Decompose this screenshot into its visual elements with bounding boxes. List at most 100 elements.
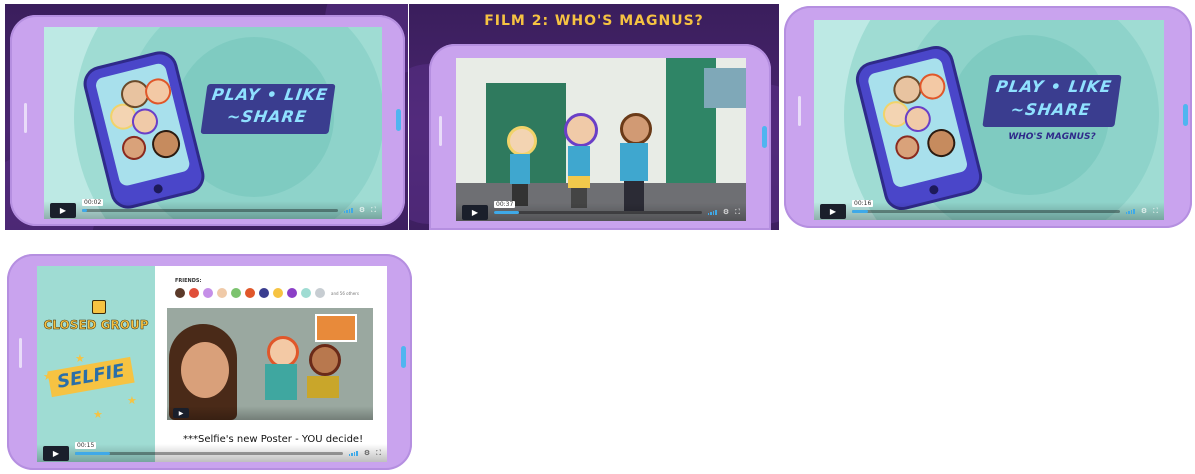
selfie-badge: SELFIE [47,356,135,398]
friend-avatar[interactable] [203,288,213,298]
character-face [119,133,149,163]
character-face [924,126,959,161]
video-screen[interactable]: ▶ 00:37 ⚙ ⛶ [456,58,746,221]
fullscreen-icon[interactable]: ⛶ [371,206,376,215]
video-controls: ▶ 00:02 ⚙ ⛶ [44,198,382,219]
logo-word-share: SHARE [1023,100,1093,119]
friend-avatar[interactable] [175,288,185,298]
time-label: 00:02 [82,198,104,206]
tablet-side-button [798,96,801,126]
panel-2: FILM 2: WHO'S MAGNUS? ▶ 00:37 ⚙ ⛶ [409,4,779,230]
tablet-side-button [762,126,767,148]
video-screen[interactable]: PLAY • LIKE ~SHARE WHO'S MAGNUS? ▶ 00:16… [814,20,1164,220]
progress-fill [852,209,869,213]
volume-icon[interactable] [707,209,717,215]
friend-avatar[interactable] [245,288,255,298]
fullscreen-icon[interactable]: ⛶ [376,449,381,458]
phone-home-button [928,184,940,196]
play-button[interactable]: ▶ [462,204,488,220]
logo-word-share: SHARE [240,107,309,126]
character-boy2 [309,344,341,376]
poster-video-controls: ▶ [167,406,373,420]
friend-avatar[interactable] [273,288,283,298]
gear-icon[interactable]: ⚙ [359,206,365,214]
friend-avatar[interactable] [189,288,199,298]
star-icon: ★ [75,352,85,365]
fish-tank [704,68,746,108]
fullscreen-icon[interactable]: ⛶ [1153,207,1158,216]
video-screen[interactable]: CLOSED GROUP SELFIE ★ ★ ★ ★ FRIENDS: and… [37,266,387,462]
play-icon: ▶ [178,409,184,417]
gear-icon[interactable]: ⚙ [1141,207,1147,215]
character-girl-face [181,342,229,398]
phone-screen [866,56,969,189]
time-label: 00:16 [852,199,874,207]
gear-icon[interactable]: ⚙ [723,208,729,216]
poster-image[interactable]: ▶ [167,308,373,420]
tablet-side-button [24,103,27,133]
friend-avatar[interactable] [315,288,325,298]
character-face [892,132,922,162]
phone-screen [94,62,192,188]
friend-avatar[interactable] [259,288,269,298]
tablet-frame: ▶ 00:37 ⚙ ⛶ [429,44,771,230]
progress-bar[interactable]: 00:37 [494,200,702,214]
play-button[interactable]: ▶ [820,203,846,219]
tablet-side-button [401,346,406,368]
character-redhead-body [265,364,297,400]
tablet-side-button [396,109,401,131]
logo-word-play: PLAY [994,77,1046,96]
tablet-frame: PLAY • LIKE ~SHARE WHO'S MAGNUS? ▶ 00:16… [784,6,1192,228]
play-icon: ▶ [471,207,479,217]
character-face [149,127,184,162]
film-title: FILM 2: WHO'S MAGNUS? [484,13,704,29]
character-boy [616,113,652,211]
play-icon: ▶ [59,205,67,215]
friends-more-label: and 56 others [331,291,359,296]
character-face [916,70,949,103]
volume-icon[interactable] [348,450,358,456]
tablet-frame: CLOSED GROUP SELFIE ★ ★ ★ ★ FRIENDS: and… [7,254,412,470]
play-button[interactable]: ▶ [43,445,69,461]
progress-bar[interactable]: 00:02 [82,198,338,212]
video-controls: ▶ 00:16 ⚙ ⛶ [814,199,1164,220]
play-icon: ▶ [829,206,837,216]
time-label: 00:15 [75,441,97,449]
progress-bar[interactable]: 00:16 [852,199,1120,213]
play-like-share-logo: PLAY • LIKE ~SHARE [982,75,1122,127]
progress-bar[interactable]: 00:15 [75,441,343,455]
friends-label: FRIENDS: [175,278,202,284]
panel-3: PLAY • LIKE ~SHARE WHO'S MAGNUS? ▶ 00:16… [782,4,1195,230]
friend-avatar[interactable] [217,288,227,298]
character-blonde [504,126,537,206]
friend-avatar[interactable] [287,288,297,298]
fullscreen-icon[interactable]: ⛶ [735,208,740,217]
progress-fill [494,210,519,214]
episode-subtitle: WHO'S MAGNUS? [1008,132,1096,142]
friend-avatar[interactable] [301,288,311,298]
closed-group-label: CLOSED GROUP [43,318,149,333]
logo-word-like: LIKE [283,85,330,104]
friend-avatar[interactable] [231,288,241,298]
poster-play-button[interactable]: ▶ [173,408,189,418]
tablet-side-button [1183,104,1188,126]
phone-home-button [152,183,164,195]
lock-icon [92,300,106,314]
time-label: 00:37 [494,200,516,208]
tablet-side-button [439,116,442,146]
panel-4: CLOSED GROUP SELFIE ★ ★ ★ ★ FRIENDS: and… [5,252,415,474]
video-screen[interactable]: PLAY • LIKE ~SHARE ▶ 00:02 ⚙ ⛶ [44,27,382,219]
play-like-share-logo: PLAY • LIKE ~SHARE [200,84,336,134]
play-button[interactable]: ▶ [50,202,76,218]
logo-word-like: LIKE [1067,77,1114,96]
volume-icon[interactable] [343,207,353,213]
progress-fill [75,451,110,455]
group-panel: CLOSED GROUP SELFIE ★ ★ ★ ★ [37,266,155,462]
volume-icon[interactable] [1125,208,1135,214]
gear-icon[interactable]: ⚙ [364,449,370,457]
laptop [307,376,339,398]
star-icon: ★ [127,394,137,407]
tablet-frame: PLAY • LIKE ~SHARE ▶ 00:02 ⚙ ⛶ [10,15,405,226]
logo-word-play: PLAY [210,85,262,104]
character-face [142,75,174,108]
